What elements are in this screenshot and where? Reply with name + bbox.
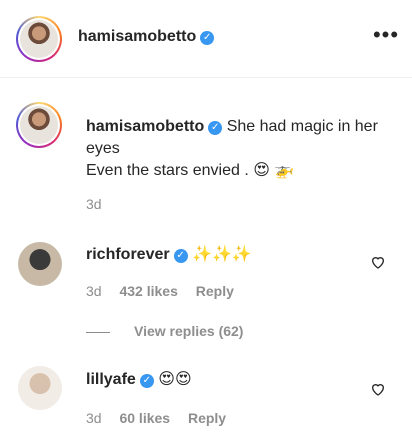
caption-line2: Even the stars envied . <box>86 162 249 179</box>
verified-icon: ✓ <box>173 249 188 263</box>
view-replies-button[interactable]: View replies (62) <box>86 323 243 339</box>
verified-icon: ✓ <box>208 121 223 135</box>
caption-avatar-image <box>20 106 58 144</box>
caption-username[interactable]: hamisamobetto <box>86 118 204 135</box>
comment-meta-1: 3d 432 likes Reply <box>86 283 248 299</box>
heart-icon[interactable] <box>370 381 386 397</box>
comment-likes[interactable]: 60 likes <box>119 410 170 426</box>
comment-username[interactable]: lillyafe <box>86 371 136 388</box>
comment-avatar-lillyafe[interactable] <box>18 366 62 410</box>
comment-time[interactable]: 3d <box>86 410 102 426</box>
caption-avatar-inner <box>18 104 60 146</box>
more-options-button[interactable]: ••• <box>372 24 400 50</box>
replies-divider <box>86 331 110 333</box>
view-replies-label[interactable]: View replies (62) <box>134 323 243 339</box>
caption-meta: 3d <box>86 196 116 212</box>
post-header: hamisamobetto ✓ ••• <box>0 0 412 78</box>
comment-username[interactable]: richforever <box>86 246 170 263</box>
reply-button[interactable]: Reply <box>196 283 234 299</box>
verified-icon: ✓ <box>139 374 154 388</box>
comment-likes[interactable]: 432 likes <box>119 283 177 299</box>
comment-body: 😍😍 <box>158 371 192 388</box>
header-avatar-inner <box>18 18 60 60</box>
header-username-row: hamisamobetto ✓ <box>78 28 215 46</box>
comment-avatar-richforever[interactable] <box>18 242 62 286</box>
caption-text: hamisamobetto ✓ She had magic in her eyes… <box>86 116 386 182</box>
heart-icon[interactable] <box>370 254 386 270</box>
header-username[interactable]: hamisamobetto <box>78 28 196 45</box>
comment-body: ✨✨✨ <box>192 246 252 263</box>
verified-icon: ✓ <box>200 31 215 45</box>
header-avatar[interactable] <box>16 16 62 62</box>
comment-text-1: richforever ✓ ✨✨✨ <box>86 244 252 266</box>
caption-avatar[interactable] <box>16 102 62 148</box>
caption-emojis: 😍 🚁 <box>253 162 295 179</box>
comment-text-2: lillyafe ✓ 😍😍 <box>86 369 192 391</box>
comment-meta-2: 3d 60 likes Reply <box>86 410 240 426</box>
header-avatar-image <box>20 20 58 58</box>
caption-time[interactable]: 3d <box>86 196 102 212</box>
comment-time[interactable]: 3d <box>86 283 102 299</box>
reply-button[interactable]: Reply <box>188 410 226 426</box>
